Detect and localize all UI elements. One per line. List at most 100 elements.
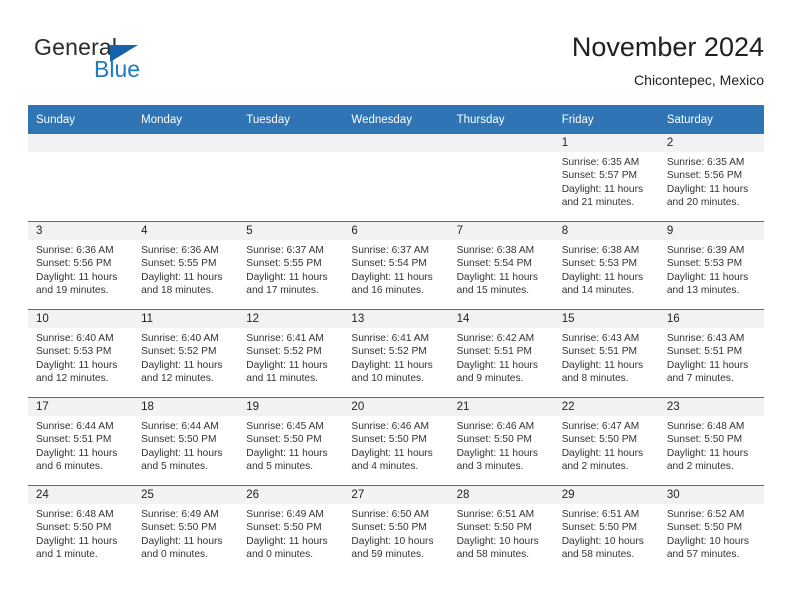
daylight-duration: Daylight: 11 hours and 12 minutes. <box>36 359 118 385</box>
day-details: Sunrise: 6:52 AM Sunset: 5:50 PM Daylight:… <box>659 504 764 562</box>
calendar-day-cell[interactable]: 25 Sunrise: 6:49 AM Sunset: 5:50 PM Dayligh… <box>133 486 239 573</box>
day-details: Sunrise: 6:37 AM Sunset: 5:54 PM Daylight:… <box>343 240 448 298</box>
calendar-day-cell[interactable]: 7 Sunrise: 6:38 AM Sunset: 5:54 PM Daylight… <box>448 222 554 309</box>
day-details: Sunrise: 6:40 AM Sunset: 5:52 PM Daylight:… <box>133 328 238 386</box>
calendar-day-cell[interactable]: 6 Sunrise: 6:37 AM Sunset: 5:54 PM Daylight… <box>343 222 449 309</box>
sunset-time: Sunset: 5:51 PM <box>36 434 112 446</box>
day-details: Sunrise: 6:43 AM Sunset: 5:51 PM Daylight:… <box>659 328 764 386</box>
sunrise-time: Sunrise: 6:41 AM <box>351 333 430 344</box>
daylight-duration: Daylight: 11 hours and 21 minutes. <box>561 183 644 209</box>
day-number: 18 <box>133 398 239 416</box>
day-number: 15 <box>553 310 659 328</box>
calendar-day-cell[interactable]: 16 Sunrise: 6:43 AM Sunset: 5:51 PM Dayligh… <box>658 310 764 397</box>
calendar-day-cell[interactable]: 18 Sunrise: 6:44 AM Sunset: 5:50 PM Dayligh… <box>133 398 239 485</box>
calendar-week-row: 10 Sunrise: 6:40 AM Sunset: 5:53 PM Dayligh… <box>28 309 764 398</box>
sunrise-time: Sunrise: 6:37 AM <box>351 245 430 256</box>
sunrise-time: Sunrise: 6:49 AM <box>141 509 219 520</box>
sunrise-time: Sunrise: 6:41 AM <box>246 333 324 344</box>
sunset-time: Sunset: 5:56 PM <box>666 170 743 182</box>
calendar-day-cell[interactable]: 9 Sunrise: 6:39 AM Sunset: 5:53 PM Daylight… <box>658 222 764 309</box>
sunrise-time: Sunrise: 6:43 AM <box>561 333 640 344</box>
day-details: Sunrise: 6:38 AM Sunset: 5:54 PM Daylight:… <box>449 240 554 298</box>
daylight-duration: Daylight: 11 hours and 8 minutes. <box>561 359 644 385</box>
calendar-day-cell[interactable]: 26 Sunrise: 6:49 AM Sunset: 5:50 PM Dayligh… <box>238 486 344 573</box>
calendar-week-row: 3 Sunrise: 6:36 AM Sunset: 5:56 PM Daylight… <box>28 221 764 310</box>
calendar-day-cell[interactable]: 19 Sunrise: 6:45 AM Sunset: 5:50 PM Dayligh… <box>238 398 344 485</box>
day-number <box>133 134 239 152</box>
calendar-day-cell[interactable]: 21 Sunrise: 6:46 AM Sunset: 5:50 PM Dayligh… <box>448 398 554 485</box>
calendar-day-cell[interactable]: 22 Sunrise: 6:47 AM Sunset: 5:50 PM Dayligh… <box>553 398 659 485</box>
day-number <box>343 134 449 152</box>
weekday-header-row: Sunday Monday Tuesday Wednesday Thursday Frid… <box>28 105 764 134</box>
day-details: Sunrise: 6:45 AM Sunset: 5:50 PM Daylight:… <box>238 416 343 474</box>
calendar-header-row: Sunday Monday Tuesday Wednesday Thursday Frid… <box>28 105 764 134</box>
day-number: 28 <box>448 486 554 504</box>
day-details: Sunrise: 6:41 AM Sunset: 5:52 PM Daylight:… <box>343 328 448 386</box>
day-number: 9 <box>658 222 764 240</box>
calendar-day-cell[interactable]: 24 Sunrise: 6:48 AM Sunset: 5:50 PM Dayligh… <box>28 486 134 573</box>
calendar-body: 1 Sunrise: 6:35 AM Sunset: 5:57 PM Daylight… <box>28 134 764 573</box>
sunset-time: Sunset: 5:50 PM <box>246 522 322 534</box>
sunrise-time: Sunrise: 6:46 AM <box>351 421 430 432</box>
sunrise-time: Sunrise: 6:45 AM <box>246 421 324 432</box>
day-number <box>448 134 554 152</box>
sunset-time: Sunset: 5:55 PM <box>246 258 322 270</box>
day-details: Sunrise: 6:36 AM Sunset: 5:55 PM Daylight:… <box>133 240 238 298</box>
weekday-header-saturday: Saturday <box>658 105 764 134</box>
calendar-day-cell[interactable]: 14 Sunrise: 6:42 AM Sunset: 5:51 PM Dayligh… <box>448 310 554 397</box>
calendar-day-cell[interactable]: 8 Sunrise: 6:38 AM Sunset: 5:53 PM Daylight… <box>553 222 659 309</box>
calendar-day-cell[interactable]: 10 Sunrise: 6:40 AM Sunset: 5:53 PM Dayligh… <box>28 310 134 397</box>
sunrise-time: Sunrise: 6:35 AM <box>561 157 640 168</box>
sunset-time: Sunset: 5:50 PM <box>36 522 112 534</box>
day-details: Sunrise: 6:50 AM Sunset: 5:50 PM Daylight:… <box>343 504 448 562</box>
calendar-day-cell[interactable]: 28 Sunrise: 6:51 AM Sunset: 5:50 PM Dayligh… <box>448 486 554 573</box>
day-number <box>28 134 134 152</box>
sunset-time: Sunset: 5:50 PM <box>561 522 638 534</box>
calendar-day-cell[interactable]: 1 Sunrise: 6:35 AM Sunset: 5:57 PM Daylight… <box>553 134 659 221</box>
general-blue-logo[interactable]: General Blue <box>34 34 214 92</box>
sunset-time: Sunset: 5:54 PM <box>456 258 532 270</box>
calendar-day-cell[interactable]: 3 Sunrise: 6:36 AM Sunset: 5:56 PM Daylight… <box>28 222 134 309</box>
sunrise-time: Sunrise: 6:37 AM <box>246 245 324 256</box>
sunrise-time: Sunrise: 6:50 AM <box>351 509 430 520</box>
calendar-day-cell[interactable]: 23 Sunrise: 6:48 AM Sunset: 5:50 PM Dayligh… <box>658 398 764 485</box>
day-number: 13 <box>343 310 449 328</box>
sunset-time: Sunset: 5:50 PM <box>666 522 743 534</box>
calendar-day-cell[interactable]: 11 Sunrise: 6:40 AM Sunset: 5:52 PM Dayligh… <box>133 310 239 397</box>
calendar-day-cell[interactable]: 27 Sunrise: 6:50 AM Sunset: 5:50 PM Dayligh… <box>343 486 449 573</box>
sunrise-time: Sunrise: 6:39 AM <box>666 245 745 256</box>
sunset-time: Sunset: 5:52 PM <box>141 346 217 358</box>
calendar-day-cell[interactable]: 15 Sunrise: 6:43 AM Sunset: 5:51 PM Dayligh… <box>553 310 659 397</box>
calendar-day-cell[interactable]: 20 Sunrise: 6:46 AM Sunset: 5:50 PM Dayligh… <box>343 398 449 485</box>
daylight-duration: Daylight: 11 hours and 4 minutes. <box>351 447 433 473</box>
daylight-duration: Daylight: 11 hours and 3 minutes. <box>456 447 538 473</box>
day-number: 3 <box>28 222 134 240</box>
day-details: Sunrise: 6:41 AM Sunset: 5:52 PM Daylight:… <box>238 328 343 386</box>
day-number: 10 <box>28 310 134 328</box>
day-number: 21 <box>448 398 554 416</box>
day-number: 6 <box>343 222 449 240</box>
day-details: Sunrise: 6:46 AM Sunset: 5:50 PM Daylight:… <box>343 416 448 474</box>
calendar-day-cell[interactable]: 13 Sunrise: 6:41 AM Sunset: 5:52 PM Dayligh… <box>343 310 449 397</box>
page-header: General Blue November 2024 Chicontepec, … <box>28 30 764 98</box>
day-number: 1 <box>553 134 659 152</box>
day-details: Sunrise: 6:42 AM Sunset: 5:51 PM Daylight:… <box>449 328 554 386</box>
calendar-page: General Blue November 2024 Chicontepec, … <box>0 0 792 612</box>
calendar-day-cell[interactable]: 4 Sunrise: 6:36 AM Sunset: 5:55 PM Daylight… <box>133 222 239 309</box>
calendar-day-cell[interactable]: 12 Sunrise: 6:41 AM Sunset: 5:52 PM Dayligh… <box>238 310 344 397</box>
calendar-day-cell[interactable]: 2 Sunrise: 6:35 AM Sunset: 5:56 PM Daylight… <box>658 134 764 221</box>
calendar-day-cell[interactable]: 29 Sunrise: 6:51 AM Sunset: 5:50 PM Dayligh… <box>553 486 659 573</box>
calendar-day-cell[interactable]: 17 Sunrise: 6:44 AM Sunset: 5:51 PM Dayligh… <box>28 398 134 485</box>
day-details: Sunrise: 6:48 AM Sunset: 5:50 PM Daylight:… <box>659 416 764 474</box>
weekday-header-sunday: Sunday <box>28 105 134 134</box>
sunset-time: Sunset: 5:53 PM <box>561 258 638 270</box>
sunset-time: Sunset: 5:50 PM <box>456 522 532 534</box>
calendar-day-cell[interactable]: 30 Sunrise: 6:52 AM Sunset: 5:50 PM Dayligh… <box>658 486 764 573</box>
calendar-day-cell[interactable]: 5 Sunrise: 6:37 AM Sunset: 5:55 PM Daylight… <box>238 222 344 309</box>
daylight-duration: Daylight: 11 hours and 11 minutes. <box>246 359 328 385</box>
day-number: 20 <box>343 398 449 416</box>
day-details: Sunrise: 6:48 AM Sunset: 5:50 PM Daylight:… <box>28 504 133 562</box>
day-number: 24 <box>28 486 134 504</box>
calendar-week-row: 24 Sunrise: 6:48 AM Sunset: 5:50 PM Dayligh… <box>28 485 764 573</box>
calendar-cell-empty <box>343 134 449 221</box>
